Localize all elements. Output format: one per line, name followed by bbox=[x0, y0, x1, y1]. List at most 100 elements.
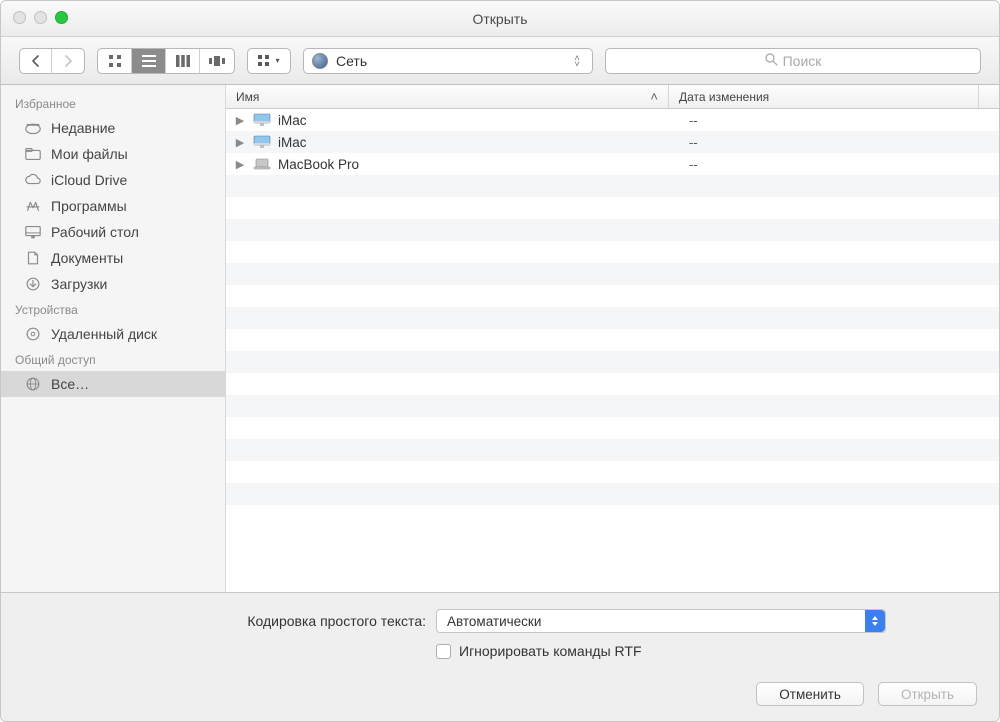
encoding-select[interactable]: Автоматически bbox=[436, 609, 886, 633]
list-item[interactable]: ▶MacBook Pro-- bbox=[226, 153, 999, 175]
empty-row bbox=[226, 373, 999, 395]
open-dialog: Открыть ▾ bbox=[0, 0, 1000, 722]
globe-icon bbox=[23, 376, 43, 392]
empty-row bbox=[226, 175, 999, 197]
sidebar-item-apps[interactable]: Программы bbox=[1, 193, 225, 219]
list-item[interactable]: ▶ iMac -- bbox=[226, 109, 999, 131]
location-label: Сеть bbox=[336, 53, 562, 69]
sidebar-item-label: Программы bbox=[51, 198, 127, 214]
clock-icon bbox=[23, 120, 43, 136]
item-name: iMac bbox=[278, 135, 307, 150]
list-item[interactable]: ▶ iMac -- bbox=[226, 131, 999, 153]
traffic-lights bbox=[13, 11, 68, 24]
column-name[interactable]: Имя ˄ bbox=[226, 85, 669, 108]
disclosure-triangle-icon[interactable]: ▶ bbox=[234, 114, 246, 127]
empty-row bbox=[226, 263, 999, 285]
empty-row bbox=[226, 197, 999, 219]
zoom-button[interactable] bbox=[55, 11, 68, 24]
imac-icon bbox=[253, 113, 271, 127]
disc-icon bbox=[23, 326, 43, 342]
forward-button[interactable] bbox=[52, 49, 84, 73]
item-date: -- bbox=[679, 157, 999, 172]
arrange-button[interactable]: ▾ bbox=[247, 48, 291, 74]
close-button[interactable] bbox=[13, 11, 26, 24]
minimize-button[interactable] bbox=[34, 11, 47, 24]
column-date[interactable]: Дата изменения bbox=[669, 85, 979, 108]
nav-buttons bbox=[19, 48, 85, 74]
empty-row bbox=[226, 241, 999, 263]
sidebar-section-label: Избранное bbox=[1, 91, 225, 115]
sidebar-item-documents[interactable]: Документы bbox=[1, 245, 225, 271]
ignore-rtf-checkbox[interactable] bbox=[436, 644, 451, 659]
toolbar: ▾ Сеть ˄˅ Поиск bbox=[1, 37, 999, 85]
disclosure-triangle-icon[interactable]: ▶ bbox=[234, 136, 246, 149]
content-area: Имя ˄ Дата изменения ▶iMac--▶iMac--▶MacB… bbox=[226, 85, 999, 592]
item-date: -- bbox=[679, 113, 999, 128]
ignore-rtf-label: Игнорировать команды RTF bbox=[459, 643, 642, 659]
empty-row bbox=[226, 483, 999, 505]
back-button[interactable] bbox=[20, 49, 52, 73]
sidebar-item-downloads[interactable]: Загрузки bbox=[1, 271, 225, 297]
globe-icon bbox=[312, 53, 328, 69]
list-view-button[interactable] bbox=[132, 49, 166, 73]
sidebar-item-label: Недавние bbox=[51, 120, 115, 136]
column-headers: Имя ˄ Дата изменения bbox=[226, 85, 999, 109]
empty-row bbox=[226, 395, 999, 417]
sidebar-item-label: Рабочий стол bbox=[51, 224, 139, 240]
folder-icon bbox=[23, 146, 43, 162]
sidebar-item-label: Загрузки bbox=[51, 276, 107, 292]
select-stepper-icon bbox=[865, 610, 885, 632]
item-date: -- bbox=[679, 135, 999, 150]
sidebar-item-myfiles[interactable]: Мои файлы bbox=[1, 141, 225, 167]
desktop-icon bbox=[23, 224, 43, 240]
cloud-icon bbox=[23, 172, 43, 188]
sidebar-item-icloud[interactable]: iCloud Drive bbox=[1, 167, 225, 193]
empty-row bbox=[226, 329, 999, 351]
empty-row bbox=[226, 219, 999, 241]
titlebar: Открыть bbox=[1, 1, 999, 37]
imac-icon bbox=[253, 135, 271, 149]
search-field[interactable]: Поиск bbox=[605, 48, 981, 74]
open-button[interactable]: Открыть bbox=[878, 682, 977, 706]
icon-view-button[interactable] bbox=[98, 49, 132, 73]
doc-icon bbox=[23, 250, 43, 266]
sidebar-section-label: Устройства bbox=[1, 297, 225, 321]
stepper-icon: ˄˅ bbox=[570, 55, 584, 67]
sidebar: Избранное Недавние Мои файлы iCloud Drive Пр… bbox=[1, 85, 226, 592]
sidebar-item-label: Удаленный диск bbox=[51, 326, 157, 342]
action-buttons: Отменить Открыть bbox=[1, 673, 999, 721]
empty-row bbox=[226, 417, 999, 439]
file-list: ▶iMac--▶iMac--▶MacBook Pro-- bbox=[226, 109, 999, 592]
sort-asc-icon: ˄ bbox=[650, 89, 658, 104]
coverflow-view-button[interactable] bbox=[200, 49, 234, 73]
options-panel: Кодировка простого текста: Автоматически… bbox=[1, 592, 999, 673]
empty-row bbox=[226, 351, 999, 373]
window-title: Открыть bbox=[473, 11, 528, 27]
sidebar-item-desktop[interactable]: Рабочий стол bbox=[1, 219, 225, 245]
download-icon bbox=[23, 276, 43, 292]
apps-icon bbox=[23, 198, 43, 214]
macbook-icon bbox=[253, 157, 271, 171]
cancel-button[interactable]: Отменить bbox=[756, 682, 864, 706]
sidebar-item-remote[interactable]: Удаленный диск bbox=[1, 321, 225, 347]
encoding-label: Кодировка простого текста: bbox=[21, 613, 426, 629]
empty-row bbox=[226, 285, 999, 307]
location-popup[interactable]: Сеть ˄˅ bbox=[303, 48, 593, 74]
sidebar-item-all[interactable]: Все… bbox=[1, 371, 225, 397]
sidebar-item-label: Все… bbox=[51, 376, 89, 392]
sidebar-item-recents[interactable]: Недавние bbox=[1, 115, 225, 141]
sidebar-item-label: iCloud Drive bbox=[51, 172, 127, 188]
empty-row bbox=[226, 307, 999, 329]
empty-row bbox=[226, 461, 999, 483]
column-view-button[interactable] bbox=[166, 49, 200, 73]
sidebar-item-label: Документы bbox=[51, 250, 123, 266]
chevron-down-icon: ▾ bbox=[275, 56, 279, 65]
disclosure-triangle-icon[interactable]: ▶ bbox=[234, 158, 246, 171]
sidebar-item-label: Мои файлы bbox=[51, 146, 128, 162]
sidebar-section-label: Общий доступ bbox=[1, 347, 225, 371]
search-placeholder: Поиск bbox=[783, 53, 822, 69]
search-icon bbox=[765, 53, 778, 69]
empty-row bbox=[226, 439, 999, 461]
view-mode-buttons bbox=[97, 48, 235, 74]
item-name: iMac bbox=[278, 113, 307, 128]
